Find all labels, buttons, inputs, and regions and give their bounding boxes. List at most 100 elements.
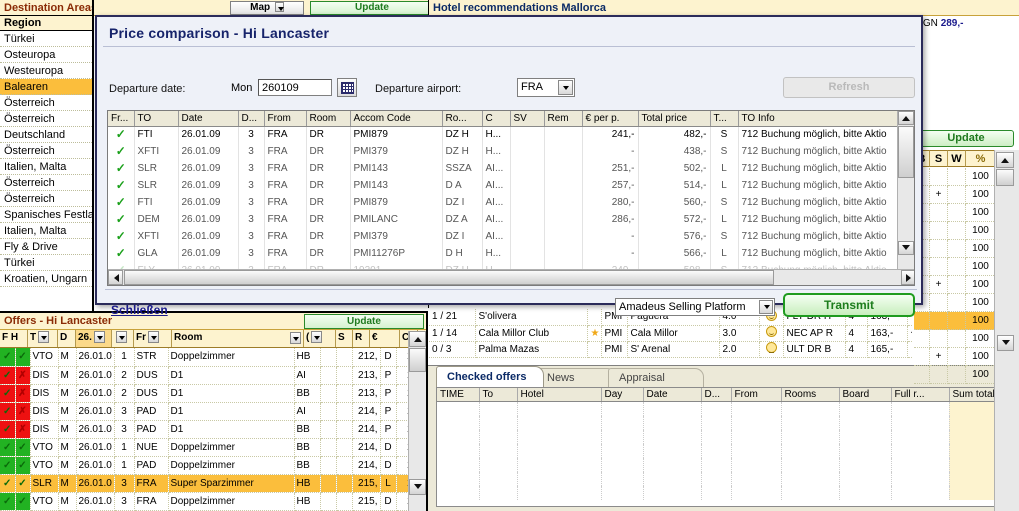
region-row[interactable]: Türkei	[0, 255, 92, 271]
region-row[interactable]: Italien, Malta	[0, 223, 92, 239]
dialog-column-header[interactable]: T...	[710, 111, 739, 127]
right-grid-cell[interactable]	[948, 222, 966, 240]
offers-update-button[interactable]: Update	[304, 314, 424, 329]
right-update-button[interactable]: Update	[918, 130, 1014, 147]
right-grid-cell[interactable]	[948, 240, 966, 258]
right-grid-cell[interactable]	[948, 204, 966, 222]
dialog-column-header[interactable]: From	[264, 111, 307, 127]
right-grid-cell[interactable]	[930, 204, 948, 222]
right-grid-cell[interactable]	[914, 366, 930, 384]
column-header[interactable]: Board	[839, 388, 892, 402]
dialog-column-header[interactable]: Fr...	[108, 111, 135, 127]
right-grid-cell[interactable]: 100	[966, 330, 996, 348]
transmit-button[interactable]: Transmit	[783, 293, 915, 317]
dialog-column-header[interactable]: TO Info	[738, 111, 914, 127]
region-row[interactable]: Balearen	[0, 79, 92, 95]
region-row[interactable]: Italien, Malta	[0, 159, 92, 175]
column-header[interactable]: TIME	[437, 388, 480, 402]
offers-column-header[interactable]: T	[28, 330, 58, 347]
region-row[interactable]: Deutschland	[0, 127, 92, 143]
region-row[interactable]: Österreich	[0, 111, 92, 127]
right-grid-cell[interactable]: 100	[966, 276, 996, 294]
offers-column-header[interactable]: Fr	[134, 330, 172, 347]
dialog-column-header[interactable]: Rem	[544, 111, 583, 127]
right-grid-cell[interactable]: 100	[966, 240, 996, 258]
right-grid-cell[interactable]	[930, 258, 948, 276]
region-row[interactable]: Osteuropa	[0, 47, 92, 63]
dialog-grid-row[interactable]: ✓ SLR 26.01.09 3 FRA DR PMI143 SSZA AI... 251,- 50…	[108, 160, 914, 177]
offer-row[interactable]: ✓✓VTOM26.01.01STRDoppelzimmerHB212,D100	[0, 348, 426, 367]
right-grid-cell[interactable]: +	[930, 348, 948, 366]
dialog-column-header[interactable]: TO	[134, 111, 179, 127]
right-grid-cell[interactable]: 100	[966, 204, 996, 222]
map-dropdown-button[interactable]: Map	[230, 1, 304, 15]
tab-news[interactable]: News	[536, 368, 616, 387]
right-grid-cell[interactable]	[930, 330, 948, 348]
offers-column-header[interactable]: 26.	[76, 330, 112, 347]
offer-row[interactable]: ✓✓VTOM26.01.01PADDoppelzimmerBB214,D100	[0, 456, 426, 475]
right-grid-cell[interactable]	[914, 330, 930, 348]
right-grid-cell[interactable]	[948, 258, 966, 276]
dialog-column-header[interactable]: C	[482, 111, 511, 127]
tab-checked-offers[interactable]: Checked offers	[436, 366, 544, 387]
offers-column-header[interactable]: S	[336, 330, 353, 347]
chevron-down-icon[interactable]	[148, 331, 159, 344]
region-row[interactable]: Spanisches Festlan	[0, 207, 92, 223]
right-grid-cell[interactable]: 100	[966, 366, 996, 384]
offers-column-header[interactable]: €	[370, 330, 400, 347]
scroll-right-icon[interactable]	[901, 270, 914, 285]
right-grid-cell[interactable]	[948, 168, 966, 186]
chevron-down-icon[interactable]	[290, 332, 301, 344]
refresh-button[interactable]: Refresh	[783, 77, 915, 98]
dialog-grid-row[interactable]: ✓ XFTI 26.01.09 3 FRA DR PMI379 DZ H H... -438,- S…	[108, 143, 914, 160]
region-row[interactable]: Österreich	[0, 95, 92, 111]
right-grid-header[interactable]: S	[930, 150, 948, 167]
region-row[interactable]: Kroatien, Ungarn	[0, 271, 92, 287]
offer-row[interactable]: ✓✗DISM26.01.03PADD1AI214,P100	[0, 402, 426, 421]
dialog-grid-row[interactable]: ✓ SLR 26.01.09 3 FRA DR PMI143 D A AI... 257,- 514…	[108, 177, 914, 194]
close-link[interactable]: Schließen	[111, 303, 168, 317]
right-grid-cell[interactable]	[930, 168, 948, 186]
region-row[interactable]: Österreich	[0, 175, 92, 191]
update-button-top[interactable]: Update	[310, 1, 434, 15]
right-grid-cell[interactable]	[948, 312, 966, 330]
dialog-column-header[interactable]: Date	[178, 111, 239, 127]
right-grid-cell[interactable]	[930, 312, 948, 330]
offers-column-header[interactable]: R	[353, 330, 370, 347]
scroll-thumb[interactable]	[409, 348, 426, 372]
offers-column-header[interactable]: (	[304, 330, 336, 347]
scroll-up-icon[interactable]	[898, 111, 914, 125]
scroll-down-icon[interactable]	[409, 479, 426, 495]
offer-row[interactable]: ✓✓VTOM26.01.01NUEDoppelzimmerBB214,D100	[0, 438, 426, 457]
right-grid-cell[interactable]: 100	[966, 186, 996, 204]
column-header[interactable]: To	[479, 388, 518, 402]
chevron-down-icon[interactable]	[93, 331, 105, 344]
scroll-thumb[interactable]	[124, 270, 774, 285]
region-row[interactable]: Österreich	[0, 143, 92, 159]
offers-column-header[interactable]: Room	[172, 330, 304, 347]
right-grid-cell[interactable]	[914, 348, 930, 366]
region-row[interactable]: Westeuropa	[0, 63, 92, 79]
right-grid-cell[interactable]	[930, 240, 948, 258]
right-grid-cell[interactable]	[914, 312, 930, 330]
scroll-thumb[interactable]	[996, 169, 1014, 186]
offer-row[interactable]: ✓ ✓ SLR M 26.01.0 3 FRA Super Sparzimmer HB 215, L…	[0, 474, 426, 493]
region-row[interactable]: Österreich	[0, 191, 92, 207]
chevron-down-icon[interactable]	[38, 331, 50, 344]
right-grid-cell[interactable]	[930, 294, 948, 312]
offers-column-header[interactable]: D	[58, 330, 76, 347]
offer-row[interactable]: ✓✗DISM26.01.03PADD1BB214,P100	[0, 420, 426, 439]
scroll-left-icon[interactable]	[108, 270, 123, 285]
region-row[interactable]: Türkei	[0, 31, 92, 47]
right-grid-cell[interactable]	[948, 276, 966, 294]
right-grid-cell[interactable]	[948, 348, 966, 366]
dialog-column-header[interactable]: Total price	[638, 111, 711, 127]
region-row[interactable]: Fly & Drive	[0, 239, 92, 255]
offer-row[interactable]: ✓✓VTOM26.01.03FRADoppelzimmerHB215,D100	[0, 492, 426, 511]
dialog-grid-vscrollbar[interactable]	[897, 111, 914, 271]
tab-appraisal[interactable]: Appraisal	[608, 368, 704, 387]
column-header[interactable]: From	[731, 388, 782, 402]
right-grid-cell[interactable]	[948, 366, 966, 384]
right-grid-cell[interactable]	[948, 330, 966, 348]
scroll-up-icon[interactable]	[996, 152, 1014, 168]
